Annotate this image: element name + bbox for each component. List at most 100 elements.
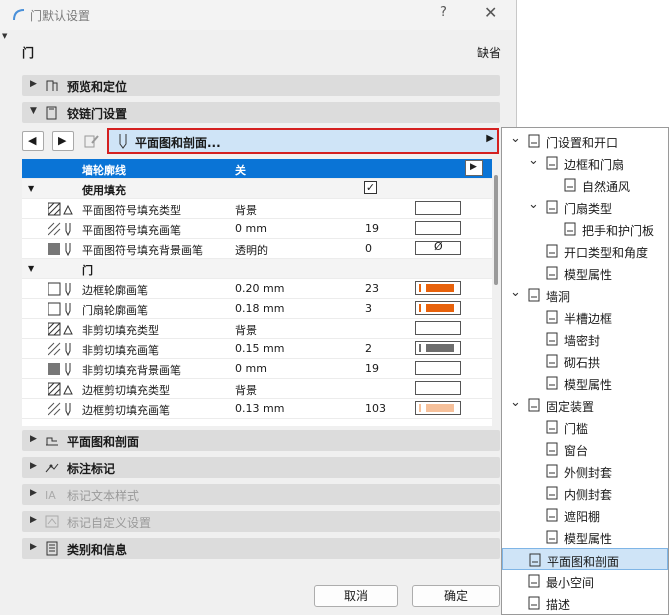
fill-pen-icon [48, 402, 71, 416]
row-name: 平面图符号填充画笔 [82, 224, 181, 237]
tree-item-label: 模型属性 [564, 532, 613, 546]
panel-plan-section[interactable]: ▶ 平面图和剖面 [22, 430, 500, 451]
next-page-button[interactable]: ▶ [52, 131, 74, 151]
chevron-down-icon[interactable]: ⌄ [528, 197, 539, 212]
tree-item-label: 平面图和剖面 [547, 555, 620, 569]
collapse-arrow-icon[interactable]: ▼ [2, 32, 7, 40]
panel-marker-custom[interactable]: ▶ 标记自定义设置 [22, 511, 500, 532]
table-group-row[interactable]: ▼ 使用填充 ✓ [22, 179, 492, 199]
ok-button[interactable]: 确定 [412, 585, 500, 607]
tree-node-icon [528, 574, 540, 588]
chevron-down-icon[interactable]: ⌄ [528, 153, 539, 168]
pen-tick [419, 404, 421, 412]
pen-color-swatch[interactable] [415, 401, 461, 415]
prev-page-button[interactable]: ◀ [22, 131, 44, 151]
pen-color-bar [426, 284, 454, 292]
tree-item[interactable]: 开口类型和角度 [502, 240, 668, 262]
tree-item[interactable]: 最小空间 [502, 570, 668, 592]
tree-item-label: 墙密封 [564, 334, 601, 348]
pen-tick [419, 304, 421, 312]
header-dropdown-button[interactable]: ▶ [465, 160, 483, 176]
panel-marker-text-style[interactable]: ▶ IA 标记文本样式 [22, 484, 500, 505]
tree-item[interactable]: 描述 [502, 592, 668, 614]
tree-item[interactable]: ⌄ 固定装置 [502, 394, 668, 416]
pen-color-bar [426, 344, 454, 352]
edit-icon[interactable] [83, 133, 101, 149]
table-row[interactable]: 边框剪切填充类型 背景 [22, 379, 492, 399]
row-name: 非剪切填充类型 [82, 324, 159, 337]
panel-category-info[interactable]: ▶ 类别和信息 [22, 538, 500, 559]
table-row[interactable]: 边框剪切填充画笔 0.13 mm 103 [22, 399, 492, 419]
tree-item[interactable]: 把手和护门板 [502, 218, 668, 240]
tree-item[interactable]: ⌄ 墙洞 [502, 284, 668, 306]
arrow-right-icon: ▶ [470, 162, 477, 172]
tree-item[interactable]: ⌄ 门设置和开口 [502, 130, 668, 152]
panel-label: 铰链门设置 [67, 107, 128, 121]
tree-item[interactable]: 模型属性 [502, 262, 668, 284]
row-value: 0 mm [235, 362, 267, 375]
element-type-label: 门 [22, 46, 35, 60]
close-button[interactable]: ✕ [484, 3, 497, 22]
help-button[interactable]: ? [440, 5, 447, 20]
table-group-row[interactable]: ▼ 门 [22, 259, 492, 279]
tree-item-label: 半槽边框 [564, 312, 613, 326]
table-row[interactable]: 非剪切填充画笔 0.15 mm 2 [22, 339, 492, 359]
pen-color-swatch[interactable] [415, 201, 461, 215]
tree-item[interactable]: 自然通风 [502, 174, 668, 196]
tree-item[interactable]: 砌石拱 [502, 350, 668, 372]
tree-item[interactable]: 模型属性 [502, 526, 668, 548]
tree-item[interactable]: 墙密封 [502, 328, 668, 350]
panel-hinged-door[interactable]: ▼ 铰链门设置 [22, 102, 500, 123]
panel-preview-positioning[interactable]: ▶ 预览和定位 [22, 75, 500, 96]
chevron-down-icon[interactable]: ⌄ [510, 285, 521, 300]
pen-color-swatch[interactable] [415, 341, 461, 355]
table-row[interactable]: 非剪切填充背景画笔 0 mm 19 [22, 359, 492, 379]
page-selector-dropdown[interactable]: 平面图和剖面... ▶ [107, 128, 499, 154]
cancel-button[interactable]: 取消 [314, 585, 398, 607]
row-name: 边框剪切填充类型 [82, 384, 170, 397]
chevron-down-icon[interactable]: ⌄ [510, 131, 521, 146]
panel-marker[interactable]: ▶ 标注标记 [22, 457, 500, 478]
expand-down-icon[interactable]: ▼ [28, 184, 34, 193]
pen-color-swatch[interactable]: Ø [415, 240, 461, 255]
table-row[interactable]: 平面图符号填充背景画笔 透明的 0 Ø [22, 239, 492, 259]
pen-color-swatch[interactable] [415, 381, 461, 395]
pen-color-swatch[interactable] [415, 221, 461, 235]
tree-item[interactable]: 外侧封套 [502, 460, 668, 482]
tree-node-icon [546, 508, 558, 522]
table-row[interactable]: 平面图符号填充类型 背景 [22, 199, 492, 219]
tree-item[interactable]: 平面图和剖面 [502, 548, 668, 570]
tree-item[interactable]: 模型属性 [502, 372, 668, 394]
group-label: 使用填充 [82, 184, 126, 197]
table-header-row[interactable]: 墙轮廓线 关 ▶ [22, 159, 492, 179]
pen-color-swatch[interactable] [415, 321, 461, 335]
table-row[interactable]: 门扇轮廓画笔 0.18 mm 3 [22, 299, 492, 319]
pen-color-swatch[interactable] [415, 281, 461, 295]
tree-item-label: 内侧封套 [564, 488, 613, 502]
table-row[interactable]: 边框轮廓画笔 0.20 mm 23 [22, 279, 492, 299]
table-row[interactable]: 非剪切填充类型 背景 [22, 319, 492, 339]
tree-item[interactable]: 门槛 [502, 416, 668, 438]
row-name: 平面图符号填充背景画笔 [82, 244, 203, 257]
expand-down-icon[interactable]: ▼ [28, 264, 34, 273]
table-row[interactable]: 平面图符号填充画笔 0 mm 19 [22, 219, 492, 239]
expand-right-icon: ▶ [30, 515, 37, 525]
tree-item[interactable]: ⌄ 门扇类型 [502, 196, 668, 218]
tree-item[interactable]: 遮阳棚 [502, 504, 668, 526]
table-scrollbar[interactable] [492, 159, 500, 426]
tree-node-icon [546, 420, 558, 434]
chevron-down-icon[interactable]: ⌄ [510, 395, 521, 410]
row-pen-number: 2 [365, 342, 372, 355]
scrollbar-thumb[interactable] [494, 175, 498, 285]
tree-item[interactable]: 内侧封套 [502, 482, 668, 504]
tree-item-label: 遮阳棚 [564, 510, 601, 524]
pen-color-swatch[interactable] [415, 301, 461, 315]
tree-item[interactable]: 半槽边框 [502, 306, 668, 328]
row-value: 0.15 mm [235, 342, 285, 355]
default-label: 缺省 [477, 46, 502, 60]
tree-item[interactable]: ⌄ 边框和门扇 [502, 152, 668, 174]
row-pen-number: 103 [365, 402, 386, 415]
use-fill-checkbox[interactable]: ✓ [364, 181, 377, 194]
pen-color-swatch[interactable] [415, 361, 461, 375]
tree-item[interactable]: 窗台 [502, 438, 668, 460]
